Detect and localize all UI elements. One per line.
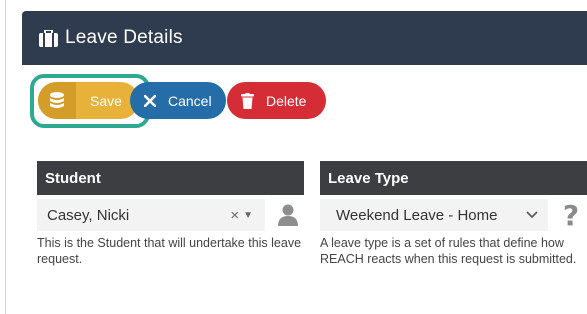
- delete-button[interactable]: Delete: [227, 82, 326, 119]
- leave-type-field-label: Leave Type: [320, 161, 587, 195]
- close-icon: [144, 94, 156, 107]
- help-icon[interactable]: ?: [555, 198, 587, 232]
- delete-button-label: Delete: [266, 92, 307, 109]
- user-icon[interactable]: [272, 201, 304, 229]
- leave-type-field: Leave Type Weekend Leave - Home ? A leav…: [320, 161, 587, 267]
- save-button-label: Save: [90, 92, 122, 109]
- student-field-label: Student: [37, 161, 304, 195]
- leave-type-input-row: Weekend Leave - Home ?: [320, 195, 587, 233]
- help-icon-glyph: ?: [562, 198, 580, 232]
- student-field: Student Casey, Nicki × ▼ This is the Stu…: [37, 161, 304, 267]
- leave-type-select[interactable]: Weekend Leave - Home: [320, 199, 548, 231]
- cancel-button-label: Cancel: [168, 92, 212, 109]
- clear-selection-icon[interactable]: ×: [230, 207, 239, 224]
- leave-type-select-value: Weekend Leave - Home: [336, 206, 498, 224]
- leave-type-help-text: A leave type is a set of rules that defi…: [320, 236, 577, 266]
- student-help-text: This is the Student that will undertake …: [37, 236, 302, 266]
- chevron-down-icon[interactable]: [526, 211, 538, 219]
- database-icon: [38, 82, 76, 119]
- cancel-button[interactable]: Cancel: [130, 82, 226, 119]
- page-title: Leave Details: [65, 27, 183, 48]
- page-left-border: [5, 0, 6, 314]
- student-select-value: Casey, Nicki: [47, 206, 130, 224]
- student-input-row: Casey, Nicki × ▼: [37, 195, 304, 233]
- save-button[interactable]: Save: [38, 82, 139, 119]
- briefcase-icon: [39, 29, 58, 47]
- student-select[interactable]: Casey, Nicki × ▼: [37, 199, 265, 231]
- caret-down-icon[interactable]: ▼: [243, 210, 253, 221]
- trash-icon: [241, 92, 254, 109]
- action-toolbar: Save Cancel Delete: [22, 65, 587, 135]
- panel-header: Leave Details: [22, 11, 587, 65]
